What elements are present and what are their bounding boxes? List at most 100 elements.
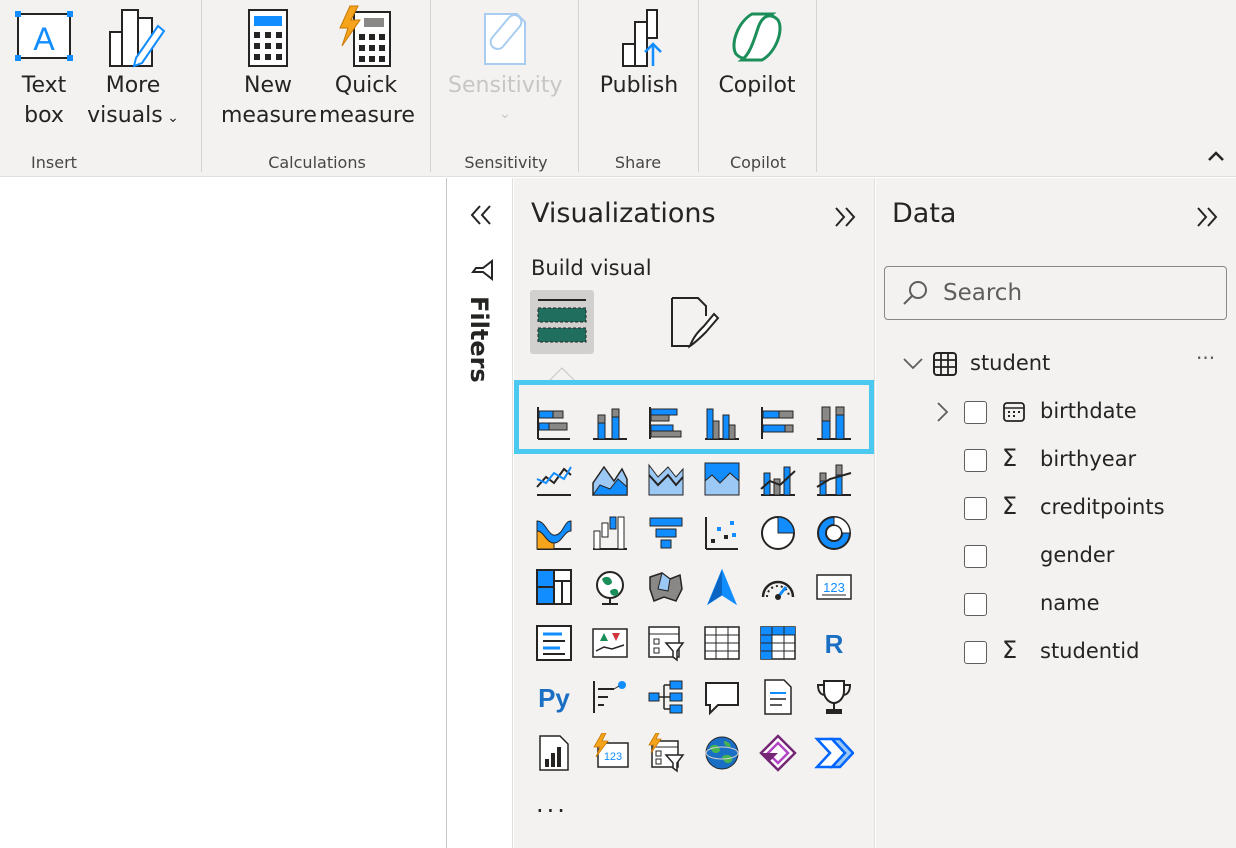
scatter-chart-icon[interactable] <box>702 513 742 553</box>
text-box-icon: A <box>15 11 73 61</box>
sigma-icon: Σ <box>1002 636 1018 664</box>
table-icon[interactable] <box>702 623 742 663</box>
narrative-icon[interactable] <box>758 677 798 717</box>
format-visual-tab[interactable] <box>664 292 724 352</box>
python-visual-icon[interactable]: Py <box>534 677 574 717</box>
power-apps-icon[interactable] <box>758 733 798 773</box>
slicer-icon[interactable] <box>646 623 686 663</box>
azure-map-icon[interactable] <box>702 567 742 607</box>
expand-left-icon[interactable] <box>468 202 494 228</box>
kpi-icon[interactable] <box>590 623 630 663</box>
quick-measure-button[interactable]: Quick measure <box>319 4 415 132</box>
field-checkbox[interactable] <box>964 641 987 664</box>
copilot-icon <box>732 12 782 62</box>
chevron-up-icon[interactable] <box>1204 144 1228 168</box>
paginated-report-icon[interactable] <box>534 733 574 773</box>
search-placeholder: Search <box>943 280 1023 306</box>
field-row-creditpoints[interactable]: Σcreditpoints <box>876 488 1236 528</box>
stacked-column-chart-icon[interactable] <box>590 403 630 443</box>
chevron-down-icon: ⌄ <box>499 106 511 122</box>
text-box-button[interactable]: A Text box <box>8 4 80 132</box>
funnel-icon[interactable] <box>646 513 686 553</box>
field-row-studentid[interactable]: Σstudentid <box>876 632 1236 672</box>
more-visuals-button[interactable]: More visuals ⌄ <box>86 4 180 134</box>
treemap-icon[interactable] <box>534 567 574 607</box>
field-row-gender[interactable]: gender <box>876 536 1236 576</box>
pie-chart-icon[interactable] <box>758 513 798 553</box>
collapse-right-icon[interactable] <box>1194 204 1220 230</box>
multi-row-card-icon[interactable] <box>534 623 574 663</box>
matrix-icon[interactable] <box>758 623 798 663</box>
card-icon[interactable]: 123 <box>814 567 854 607</box>
line-chart-icon[interactable] <box>534 459 574 499</box>
100-stacked-area-chart-icon[interactable] <box>702 459 742 499</box>
group-title-copilot: Copilot <box>729 153 787 172</box>
sensitivity-button[interactable]: Sensitivity ⌄ <box>448 4 563 130</box>
copilot-label: Copilot <box>718 73 796 98</box>
svg-text:Py: Py <box>538 683 570 713</box>
ribbon-separator <box>201 0 202 172</box>
field-name: birthdate <box>1040 399 1137 423</box>
100-stacked-column-chart-icon[interactable] <box>814 403 854 443</box>
field-checkbox[interactable] <box>964 593 987 616</box>
line-stacked-column-chart-icon[interactable] <box>814 459 854 499</box>
more-visuals-ellipsis[interactable]: ... <box>536 790 568 818</box>
stacked-area-chart-icon[interactable] <box>646 459 686 499</box>
visualizations-title: Visualizations <box>531 198 716 229</box>
search-input[interactable]: Search <box>884 266 1227 320</box>
decomposition-tree-icon[interactable] <box>646 677 686 717</box>
search-icon <box>903 281 927 305</box>
field-name: gender <box>1040 543 1115 567</box>
clustered-column-chart-icon[interactable] <box>702 403 742 443</box>
stacked-bar-chart-icon[interactable] <box>534 403 574 443</box>
collapse-right-icon[interactable] <box>832 204 858 230</box>
group-title-calculations: Calculations <box>268 153 366 172</box>
gauge-icon[interactable] <box>758 567 798 607</box>
table-row-student[interactable]: student ··· <box>876 344 1236 384</box>
field-row-birthyear[interactable]: Σbirthyear <box>876 440 1236 480</box>
100-stacked-bar-chart-icon[interactable] <box>758 403 798 443</box>
field-checkbox[interactable] <box>964 497 987 520</box>
new-measure-button[interactable]: New measure <box>221 4 317 132</box>
field-name: studentid <box>1040 639 1140 663</box>
data-pane: Data Search student ··· birthdate Σbirthy… <box>876 178 1236 848</box>
power-automate-icon[interactable] <box>814 733 855 773</box>
chevron-right-icon[interactable] <box>934 401 950 423</box>
ribbon-separator <box>430 0 431 172</box>
chevron-down-icon[interactable] <box>902 354 924 374</box>
r-visual-icon[interactable]: R <box>814 623 854 663</box>
clustered-bar-chart-icon[interactable] <box>646 403 686 443</box>
field-checkbox[interactable] <box>964 401 987 424</box>
goals-icon[interactable] <box>814 677 854 717</box>
field-checkbox[interactable] <box>964 545 987 568</box>
report-canvas[interactable] <box>0 178 447 848</box>
filled-map-icon[interactable] <box>646 567 686 607</box>
text-box-label-2: box <box>24 103 64 128</box>
chevron-down-icon: ⌄ <box>162 110 179 126</box>
donut-chart-icon[interactable] <box>814 513 854 553</box>
qa-icon[interactable] <box>702 677 742 717</box>
line-clustered-column-chart-icon[interactable] <box>758 459 798 499</box>
field-row-name[interactable]: name <box>876 584 1236 624</box>
publish-button[interactable]: Publish <box>596 4 682 102</box>
ribbon-separator <box>578 0 579 172</box>
tab-pointer <box>548 367 576 382</box>
group-title-insert: Insert <box>31 153 77 172</box>
field-row-birthdate[interactable]: birthdate <box>876 392 1236 432</box>
area-chart-icon[interactable] <box>590 459 630 499</box>
slicer-new-icon[interactable] <box>646 732 686 773</box>
build-visual-tab[interactable] <box>530 290 594 354</box>
format-brush-icon <box>671 297 720 349</box>
waterfall-chart-icon[interactable] <box>590 513 630 553</box>
key-influencers-icon[interactable] <box>590 677 630 717</box>
card-new-icon[interactable]: 123 <box>590 732 630 773</box>
ribbon-separator <box>698 0 699 172</box>
arcgis-map-icon[interactable] <box>702 733 742 773</box>
copilot-button[interactable]: Copilot <box>714 4 800 102</box>
ribbon-chart-icon[interactable] <box>534 513 574 553</box>
field-checkbox[interactable] <box>964 449 987 472</box>
map-icon[interactable] <box>590 567 630 607</box>
sigma-icon: Σ <box>1002 492 1018 520</box>
filters-pane-collapsed[interactable]: Filters <box>448 178 513 848</box>
more-options-icon[interactable]: ··· <box>1196 346 1215 370</box>
